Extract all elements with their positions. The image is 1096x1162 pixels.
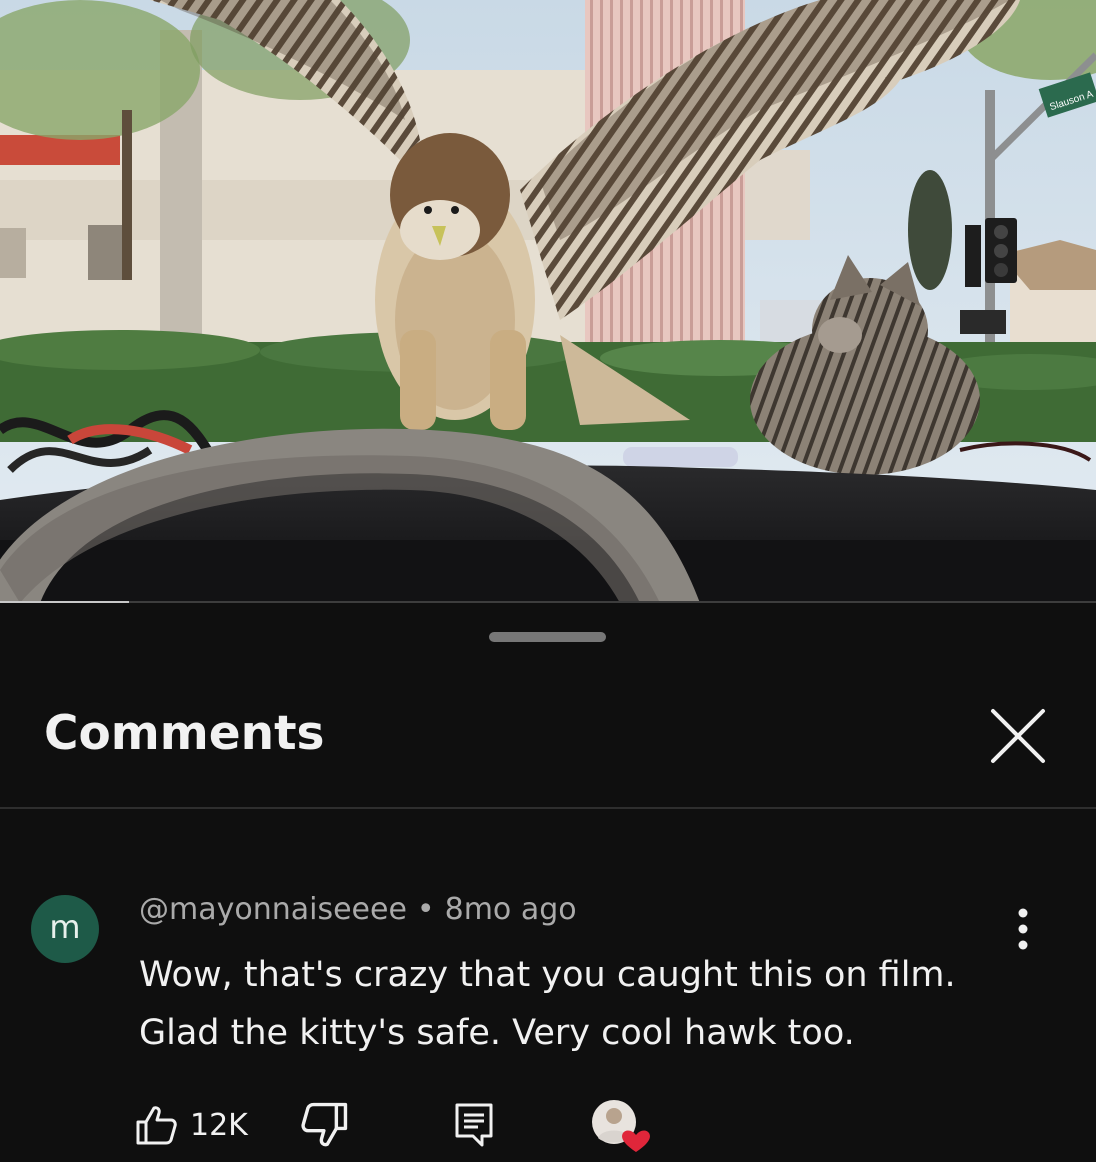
comment-text: Wow, that's crazy that you caught this o… — [139, 946, 1039, 1062]
thumbs-down-icon — [301, 1102, 348, 1147]
creator-heart-badge[interactable] — [590, 1098, 652, 1154]
thumbs-up-icon — [136, 1106, 177, 1145]
avatar[interactable]: m — [31, 895, 99, 963]
creator-heart-icon — [592, 1100, 650, 1152]
comments-title: Comments — [44, 706, 325, 761]
sheet-drag-handle[interactable] — [489, 632, 606, 642]
comment-text-line2: Glad the kitty's safe. Very cool hawk to… — [139, 1013, 855, 1053]
video-progress-bar[interactable] — [0, 601, 1096, 603]
comment-meta: @mayonnaiseeee • 8mo ago — [139, 890, 577, 930]
reply-button[interactable] — [452, 1100, 496, 1150]
close-button[interactable] — [983, 701, 1053, 771]
comment-author[interactable]: @mayonnaiseeee — [139, 892, 407, 927]
comment-item: m @mayonnaiseeee • 8mo ago Wow, that's cra… — [0, 876, 1096, 1162]
video-frame-illustration: Slauson A — [0, 0, 1096, 603]
reply-icon — [455, 1103, 493, 1147]
comments-sheet: Comments m @mayonnaiseeee • 8mo ago Wow, t… — [0, 606, 1096, 1162]
header-divider — [0, 807, 1096, 809]
video-player[interactable]: Slauson A — [0, 0, 1096, 603]
comment-time: 8mo ago — [444, 892, 577, 927]
comment-text-line1: Wow, that's crazy that you caught this o… — [139, 955, 956, 995]
comment-actions: 12K — [0, 1096, 1096, 1156]
like-button[interactable]: 12K — [134, 1100, 248, 1150]
close-icon — [991, 709, 1045, 763]
video-progress-fill — [0, 601, 130, 603]
dislike-button[interactable] — [300, 1100, 350, 1150]
meta-separator: • — [416, 892, 435, 927]
like-count: 12K — [190, 1107, 248, 1143]
